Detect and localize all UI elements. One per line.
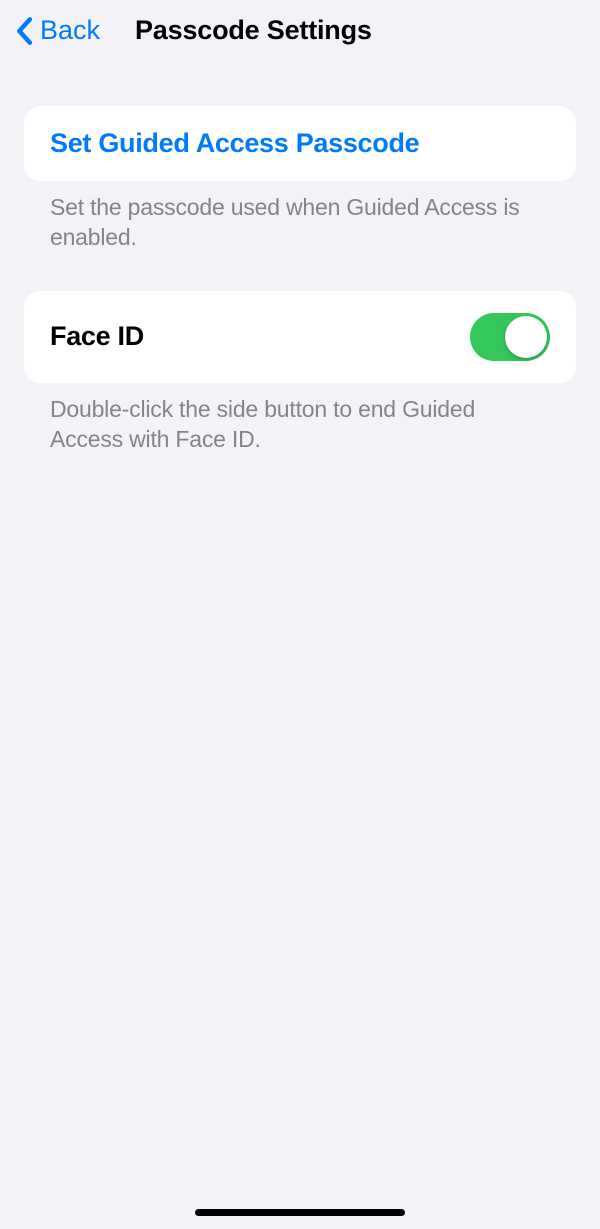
face-id-toggle[interactable] <box>470 313 550 361</box>
set-passcode-footer: Set the passcode used when Guided Access… <box>24 181 576 253</box>
set-passcode-cell[interactable]: Set Guided Access Passcode <box>24 106 576 181</box>
back-button[interactable]: Back <box>14 15 100 46</box>
face-id-footer: Double-click the side button to end Guid… <box>24 383 576 455</box>
back-label: Back <box>40 15 100 46</box>
face-id-cell: Face ID <box>24 291 576 383</box>
set-passcode-label: Set Guided Access Passcode <box>50 128 419 159</box>
face-id-label: Face ID <box>50 321 144 352</box>
content-area: Set Guided Access Passcode Set the passc… <box>0 106 600 455</box>
toggle-knob <box>505 316 547 358</box>
section-face-id: Face ID Double-click the side button to … <box>24 291 576 455</box>
page-title: Passcode Settings <box>135 15 372 46</box>
chevron-left-icon <box>14 17 34 45</box>
navigation-bar: Back Passcode Settings <box>0 0 600 64</box>
section-set-passcode: Set Guided Access Passcode Set the passc… <box>24 106 576 253</box>
home-indicator[interactable] <box>195 1209 405 1216</box>
